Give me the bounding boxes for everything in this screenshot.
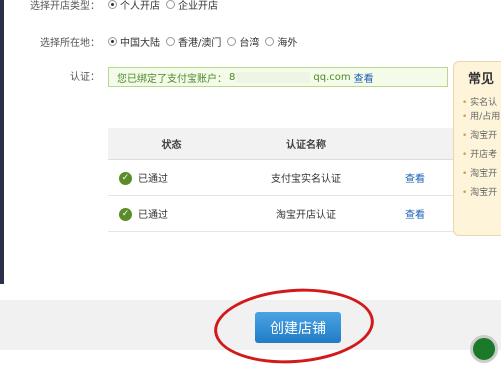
region-overseas-option[interactable]: 海外 xyxy=(265,34,297,49)
radio-unchecked-icon xyxy=(265,36,275,46)
certification-table: 状态 认证名称 ✓ 已通过 支付宝实名认证 查看 ✓ 已通过 淘宝开店认证 查看 xyxy=(108,128,453,232)
radio-checked-icon xyxy=(108,36,117,46)
faq-item[interactable]: 开店考 xyxy=(462,147,501,160)
status-cell: ✓ 已通过 xyxy=(108,195,235,232)
region-hk-macau-option[interactable]: 香港/澳门 xyxy=(166,34,221,49)
shop-type-enterprise-option[interactable]: 企业开店 xyxy=(166,0,218,12)
faq-item[interactable]: 淘宝开 xyxy=(462,128,501,141)
header-action xyxy=(377,128,453,160)
radio-checked-icon xyxy=(108,0,117,9)
shop-type-label: 选择开店类型： xyxy=(30,0,100,12)
status-cell: ✓ 已通过 xyxy=(108,159,235,196)
check-icon: ✓ xyxy=(119,172,132,186)
radio-unchecked-icon xyxy=(227,36,237,46)
view-cert-link[interactable]: 查看 xyxy=(405,210,425,221)
auth-message: 您已绑定了支付宝账户： xyxy=(117,73,227,85)
shop-type-row: 选择开店类型： 个人开店 企业开店 xyxy=(4,0,224,12)
cert-name-cell: 淘宝开店认证 xyxy=(235,195,377,232)
check-icon: ✓ xyxy=(119,208,132,222)
region-mainland-option[interactable]: 中国大陆 xyxy=(108,34,160,49)
faq-item[interactable]: 淘宝开 xyxy=(462,166,501,179)
header-status: 状态 xyxy=(108,128,235,160)
auth-row: 认证： xyxy=(4,67,108,83)
faq-title: 常见 xyxy=(468,72,495,87)
faq-item[interactable]: 用/占用 xyxy=(462,109,501,122)
table-row: ✓ 已通过 淘宝开店认证 查看 xyxy=(108,195,453,232)
cert-name-cell: 支付宝实名认证 xyxy=(235,159,377,196)
view-account-link[interactable]: 查看 xyxy=(354,70,374,85)
region-row: 选择所在地： 中国大陆 香港/澳门 台湾 海外 xyxy=(4,33,303,49)
status-text: 已通过 xyxy=(138,173,168,185)
alipay-bound-notice: 您已绑定了支付宝账户： 8 qq.com 查看 xyxy=(108,67,448,87)
header-cert-name: 认证名称 xyxy=(235,128,377,160)
faq-side-panel: 常见 实名认 用/占用 淘宝开 开店考 淘宝开 淘宝开 xyxy=(453,61,501,236)
radio-unchecked-icon xyxy=(166,0,175,9)
table-header-row: 状态 认证名称 xyxy=(108,128,453,160)
faq-item[interactable]: 实名认 xyxy=(462,95,501,108)
account-masked-area xyxy=(236,71,311,83)
region-label: 选择所在地： xyxy=(40,37,100,49)
account-end: qq.com xyxy=(313,71,351,83)
view-cert-link[interactable]: 查看 xyxy=(405,174,425,185)
shop-type-personal-option[interactable]: 个人开店 xyxy=(108,0,160,12)
corner-logo-icon xyxy=(470,335,498,363)
faq-list: 实名认 用/占用 淘宝开 开店考 淘宝开 淘宝开 xyxy=(454,95,501,198)
radio-unchecked-icon xyxy=(166,36,175,46)
status-text: 已通过 xyxy=(138,209,168,221)
region-taiwan-option[interactable]: 台湾 xyxy=(227,34,259,49)
auth-label: 认证： xyxy=(70,71,100,83)
account-start: 8 xyxy=(229,71,236,83)
table-row: ✓ 已通过 支付宝实名认证 查看 xyxy=(108,159,453,196)
faq-item[interactable]: 淘宝开 xyxy=(462,185,501,198)
